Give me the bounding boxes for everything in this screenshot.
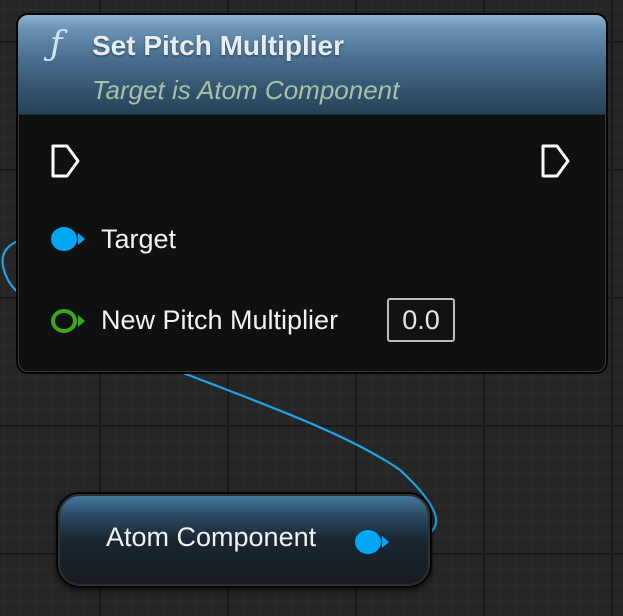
node-header[interactable]: ƒ Set Pitch Multiplier Target is Atom Co… <box>18 15 606 115</box>
blueprint-graph-canvas[interactable]: ƒ Set Pitch Multiplier Target is Atom Co… <box>0 0 623 616</box>
variable-label: Atom Component <box>106 522 317 552</box>
function-icon: ƒ <box>50 24 63 64</box>
target-pin-icon[interactable] <box>50 225 90 253</box>
float-pin-icon[interactable] <box>50 307 90 335</box>
exec-out-pin[interactable] <box>540 143 572 179</box>
node-title: Set Pitch Multiplier <box>92 30 345 61</box>
new-pitch-multiplier-input[interactable]: 0.0 <box>387 298 455 342</box>
set-pitch-multiplier-node[interactable]: ƒ Set Pitch Multiplier Target is Atom Co… <box>16 13 608 374</box>
new-pitch-multiplier-label: New Pitch Multiplier <box>101 305 339 335</box>
node-subtitle: Target is Atom Component <box>92 75 400 105</box>
target-pin-label: Target <box>101 224 177 254</box>
exec-in-pin[interactable] <box>50 143 82 179</box>
atom-component-variable-node[interactable]: Atom Component <box>56 492 432 588</box>
output-pin-icon[interactable] <box>354 528 394 556</box>
